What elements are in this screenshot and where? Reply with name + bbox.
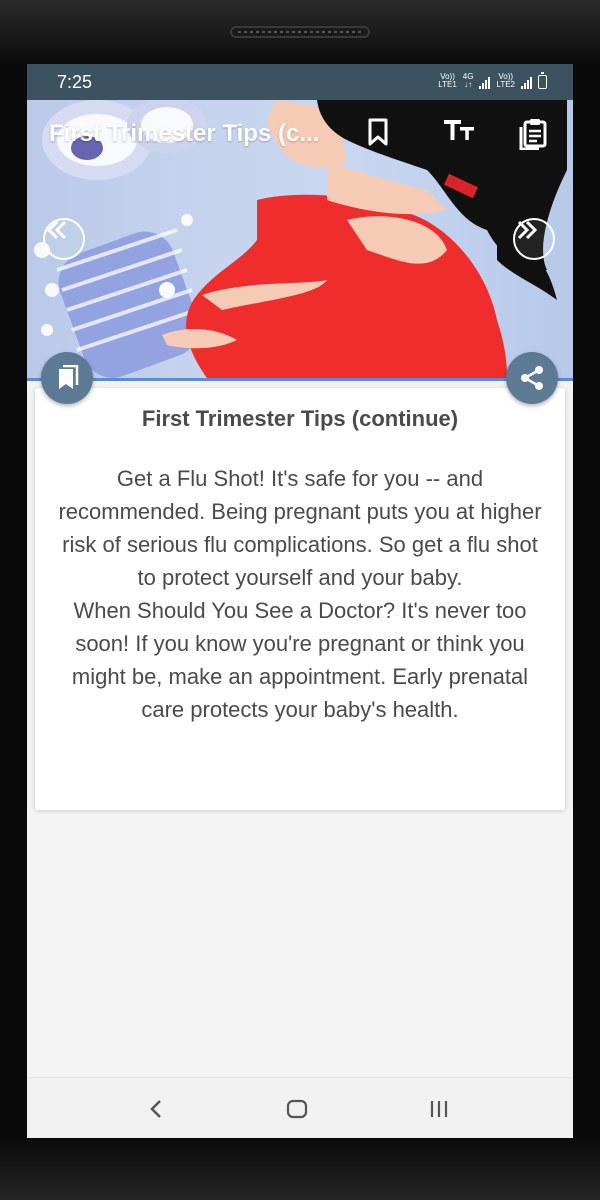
sim2-volte-label: Vo)) LTE2	[496, 72, 515, 89]
card-paragraph-flu-shot: Get a Flu Shot! It's safe for you -- and…	[58, 466, 542, 590]
signal-2-icon	[521, 77, 532, 89]
clipboard-icon[interactable]	[517, 118, 551, 152]
sim1-volte-label: Vo)) LTE1	[438, 72, 457, 89]
double-chevron-left-icon	[46, 220, 67, 240]
next-page-button[interactable]	[513, 218, 555, 260]
share-button[interactable]	[506, 352, 558, 404]
bookmark-outline-icon[interactable]	[367, 118, 401, 152]
phone-frame: 7:25 Vo)) LTE1 4G ↓↑ Vo)) LTE2 First Tri…	[0, 0, 600, 1200]
recents-button[interactable]	[422, 1092, 456, 1126]
screen: 7:25 Vo)) LTE1 4G ↓↑ Vo)) LTE2 First Tri…	[27, 64, 573, 1138]
card-body: Get a Flu Shot! It's safe for you -- and…	[57, 462, 543, 726]
card-title: First Trimester Tips (continue)	[141, 406, 459, 431]
bookmarks-button[interactable]	[41, 352, 93, 404]
network-type-label: 4G ↓↑	[462, 72, 474, 89]
status-icons: Vo)) LTE1 4G ↓↑ Vo)) LTE2	[438, 72, 547, 89]
hero-image: First Trimester Tips (c...	[27, 100, 573, 381]
phone-bottom-bezel	[0, 1140, 600, 1200]
text-size-icon[interactable]	[443, 118, 477, 152]
toolbar-title: First Trimester Tips (c...	[49, 120, 320, 147]
share-icon	[521, 366, 543, 390]
status-time: 7:25	[57, 72, 93, 92]
previous-page-button[interactable]	[43, 218, 85, 260]
home-button[interactable]	[280, 1092, 314, 1126]
content-card: First Trimester Tips (continue) Get a Fl…	[35, 388, 565, 810]
status-bar: 7:25 Vo)) LTE1 4G ↓↑ Vo)) LTE2	[27, 64, 573, 100]
system-nav-bar	[27, 1077, 573, 1138]
double-chevron-right-icon	[517, 220, 538, 240]
battery-icon	[538, 72, 547, 89]
bookmarks-icon	[59, 365, 79, 389]
back-icon	[150, 1100, 161, 1118]
home-icon	[286, 1099, 308, 1119]
back-button[interactable]	[139, 1092, 173, 1126]
recents-icon	[430, 1101, 448, 1117]
card-paragraph-see-doctor: When Should You See a Doctor? It's never…	[71, 598, 529, 722]
phone-speaker	[230, 26, 370, 38]
signal-1-icon	[479, 77, 491, 89]
